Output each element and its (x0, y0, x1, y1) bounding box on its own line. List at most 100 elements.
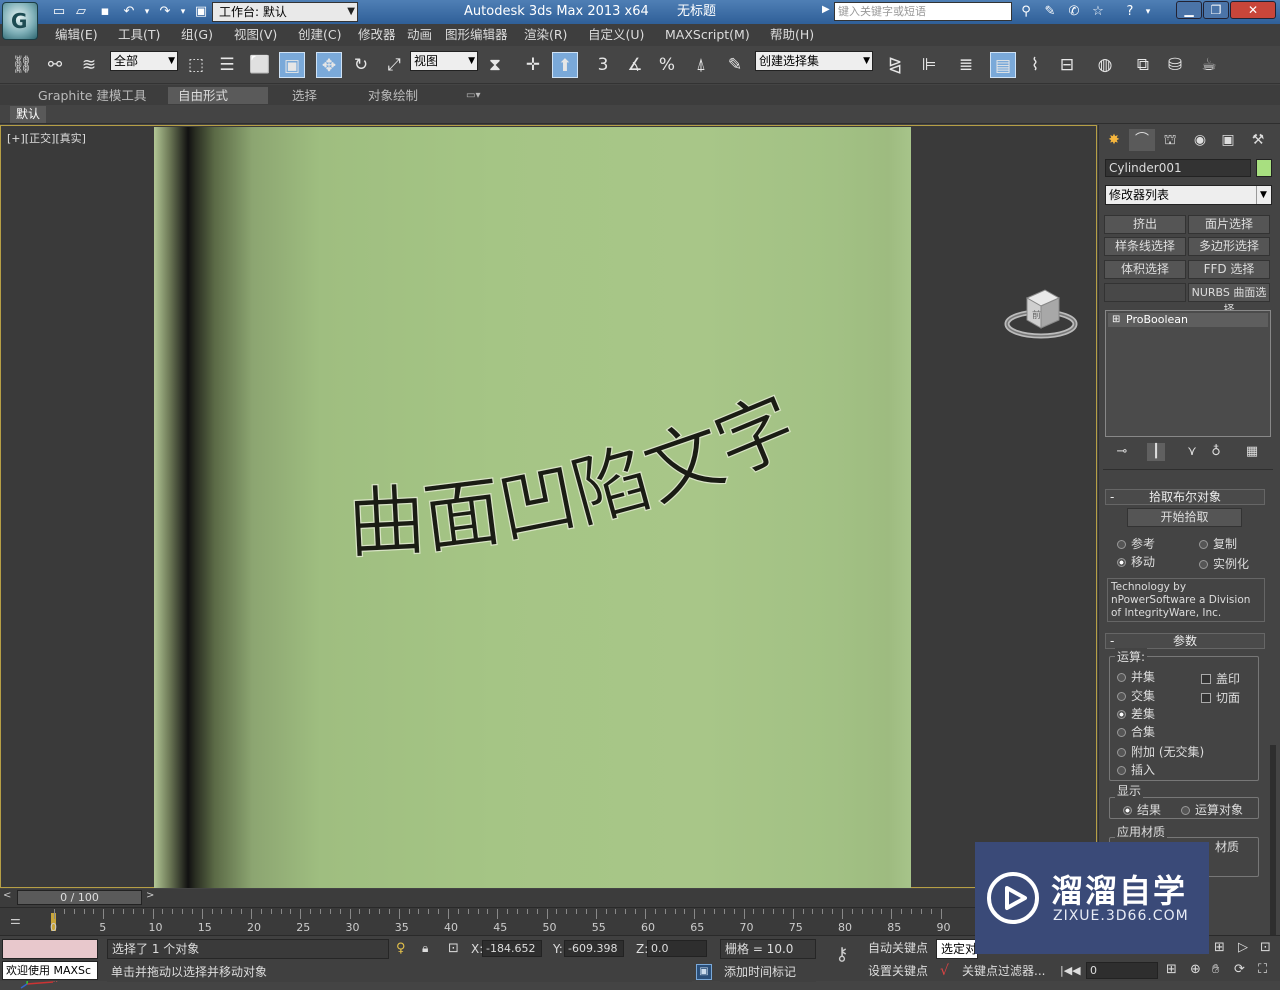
menu-views[interactable]: 视图(V) (234, 26, 277, 44)
maximize-viewport-icon[interactable]: ⛶ (1258, 962, 1267, 977)
stack-item-proboolean[interactable]: ⊞ ProBoolean (1108, 313, 1268, 327)
spline-select-button[interactable]: 样条线选择 (1104, 237, 1186, 256)
bind-to-space-warp-icon[interactable]: ≋ (76, 52, 102, 78)
empty-modifier-button[interactable] (1104, 283, 1186, 302)
keyboard-shortcut-override-icon[interactable]: ⬆ (552, 52, 578, 78)
layer-manager-icon[interactable]: ≣ (953, 52, 979, 78)
material-editor-icon[interactable]: ◍ (1092, 52, 1118, 78)
tab-object-paint[interactable]: 对象绘制 (358, 87, 428, 104)
pick-boolean-rollout-header[interactable]: - 拾取布尔对象 (1105, 489, 1265, 505)
menu-rendering[interactable]: 渲染(R) (524, 26, 567, 44)
radio-result[interactable]: 结果 (1123, 801, 1161, 818)
auto-key-button[interactable]: 自动关键点 (864, 939, 932, 959)
subscription-icon[interactable]: ✎ (1040, 3, 1060, 21)
show-end-result-icon[interactable]: ┃ (1147, 443, 1165, 461)
nurbs-surface-select-button[interactable]: NURBS 曲面选择 (1188, 283, 1270, 316)
isolate-selection-icon[interactable]: ♀ (396, 941, 406, 956)
time-slider-thumb[interactable]: 0 / 100 (17, 890, 142, 905)
volume-select-button[interactable]: 体积选择 (1104, 260, 1186, 279)
radio-move[interactable]: 移动 (1117, 553, 1155, 570)
motion-tab-icon[interactable]: ◉ (1187, 129, 1213, 151)
restore-button[interactable]: ❐ (1203, 1, 1229, 19)
viewport-label[interactable]: [+][正交][真实] (7, 130, 86, 146)
unlink-selection-icon[interactable]: ⚯ (42, 52, 68, 78)
current-frame-field[interactable]: 0 (1086, 962, 1158, 979)
absolute-mode-icon[interactable]: ⊡ (448, 941, 459, 956)
help-dropdown-icon[interactable]: ▾ (1138, 3, 1158, 21)
menu-help[interactable]: 帮助(H) (770, 26, 814, 44)
radio-attach[interactable]: 附加 (无交集) (1117, 743, 1204, 760)
undo-dropdown-icon[interactable]: ▾ (138, 3, 156, 21)
cylinder-object[interactable]: 曲面凹陷文字 (154, 127, 911, 888)
time-config-icon[interactable]: ⊞ (1166, 962, 1177, 977)
patch-select-button[interactable]: 面片选择 (1188, 215, 1270, 234)
rendered-frame-window-icon[interactable]: ⛁ (1162, 52, 1188, 78)
snaps-toggle-icon[interactable]: 3 (590, 52, 616, 78)
menu-tools[interactable]: 工具(T) (118, 26, 160, 44)
select-and-move-icon[interactable]: ✥ (316, 52, 342, 78)
menu-animation[interactable]: 动画 (407, 26, 432, 44)
save-icon[interactable]: ▪ (96, 3, 114, 21)
go-to-start-icon[interactable]: |◀◀ (1060, 964, 1081, 977)
schematic-view-icon[interactable]: ⊟ (1054, 52, 1080, 78)
close-button[interactable]: ✕ (1230, 1, 1276, 19)
edit-named-selection-icon[interactable]: ✎ (722, 52, 748, 78)
pivot-center-icon[interactable]: ⧗ (482, 52, 508, 78)
selected-set-dropdown[interactable]: 选定对 (936, 939, 978, 959)
undo-icon[interactable]: ↶ (120, 3, 138, 21)
tab-selection[interactable]: 选择 (282, 87, 327, 104)
checkbox-imprint[interactable]: 盖印 (1201, 670, 1240, 687)
z-coordinate-field[interactable]: 0.0 (647, 940, 707, 957)
selection-filter-dropdown[interactable]: 全部 ▼ (110, 51, 178, 71)
create-tab-icon[interactable]: ✸ (1101, 129, 1127, 151)
x-coordinate-field[interactable]: -184.652 (482, 940, 542, 957)
maxscript-input[interactable]: 欢迎使用 MAXSc (2, 961, 98, 980)
pin-stack-icon[interactable]: ⊸ (1113, 443, 1131, 461)
time-tag-icon[interactable]: ▣ (696, 964, 712, 980)
reference-coordinate-dropdown[interactable]: 视图 ▼ (410, 51, 478, 71)
menu-maxscript[interactable]: MAXScript(M) (665, 26, 750, 44)
menu-edit[interactable]: 编辑(E) (55, 26, 98, 44)
remove-modifier-icon[interactable]: ♁ (1207, 443, 1225, 461)
checkbox-cookie[interactable]: 切面 (1201, 689, 1240, 706)
pan-view-icon[interactable]: ✋︎ (1212, 962, 1219, 977)
key-filters-button[interactable]: 关键点过滤器... (958, 962, 1054, 981)
ribbon-subtab-default[interactable]: 默认 (10, 106, 47, 123)
percent-snap-icon[interactable]: % (654, 52, 680, 78)
select-and-link-icon[interactable]: ⛓ (9, 52, 35, 78)
configure-modifier-sets-icon[interactable]: ▦ (1243, 443, 1261, 461)
zoom-extents-all-icon[interactable]: ⊞ (1214, 940, 1225, 955)
poly-select-button[interactable]: 多边形选择 (1188, 237, 1270, 256)
track-bar[interactable]: ⚌ 0 5 10 15 20 25 30 35 40 45 50 55 60 65 70 75 80 85 90 (0, 907, 975, 935)
help-icon[interactable]: ? (1120, 3, 1140, 21)
tab-graphite-modeling[interactable]: Graphite 建模工具 (28, 87, 156, 104)
ribbon-options-icon[interactable]: ▭▾ (456, 87, 490, 104)
y-coordinate-field[interactable]: -609.398 (564, 940, 624, 957)
radio-intersection[interactable]: 交集 (1117, 687, 1155, 704)
render-production-icon[interactable]: ☕ (1196, 52, 1222, 78)
orbit-icon[interactable]: ⟳ (1234, 962, 1245, 977)
next-frame-icon[interactable]: > (146, 890, 154, 901)
select-by-name-icon[interactable]: ☰ (214, 52, 240, 78)
communication-icon[interactable]: ✆ (1064, 3, 1084, 21)
time-slider[interactable]: < 0 / 100 > (0, 889, 975, 907)
align-icon[interactable]: ⊫ (916, 52, 942, 78)
graphite-toggle-icon[interactable]: ▤ (990, 52, 1016, 78)
binoculars-icon[interactable]: ⚲ (1016, 3, 1036, 21)
expand-arrow-icon[interactable]: ▶ (822, 4, 830, 15)
start-picking-button[interactable]: 开始拾取 (1127, 508, 1242, 527)
mirror-icon[interactable]: ⧎ (882, 52, 908, 78)
object-name-field[interactable]: Cylinder001 (1105, 159, 1251, 177)
favorites-star-icon[interactable]: ☆ (1088, 3, 1108, 21)
rectangular-selection-icon[interactable]: ⬜ (247, 52, 273, 78)
modifier-list-dropdown[interactable]: 修改器列表 ▼ (1105, 185, 1272, 205)
render-setup-icon[interactable]: ⧉ (1130, 52, 1156, 78)
angle-snap-icon[interactable]: ∡ (622, 52, 648, 78)
application-button[interactable]: G (2, 2, 38, 40)
window-crossing-icon[interactable]: ▣ (279, 52, 305, 78)
hierarchy-tab-icon[interactable]: ⛫ (1157, 129, 1183, 151)
object-color-swatch[interactable] (1256, 159, 1272, 177)
select-object-icon[interactable]: ⬚ (183, 52, 209, 78)
select-and-manipulate-icon[interactable]: ✛ (520, 52, 546, 78)
radio-insert[interactable]: 插入 (1117, 761, 1155, 778)
